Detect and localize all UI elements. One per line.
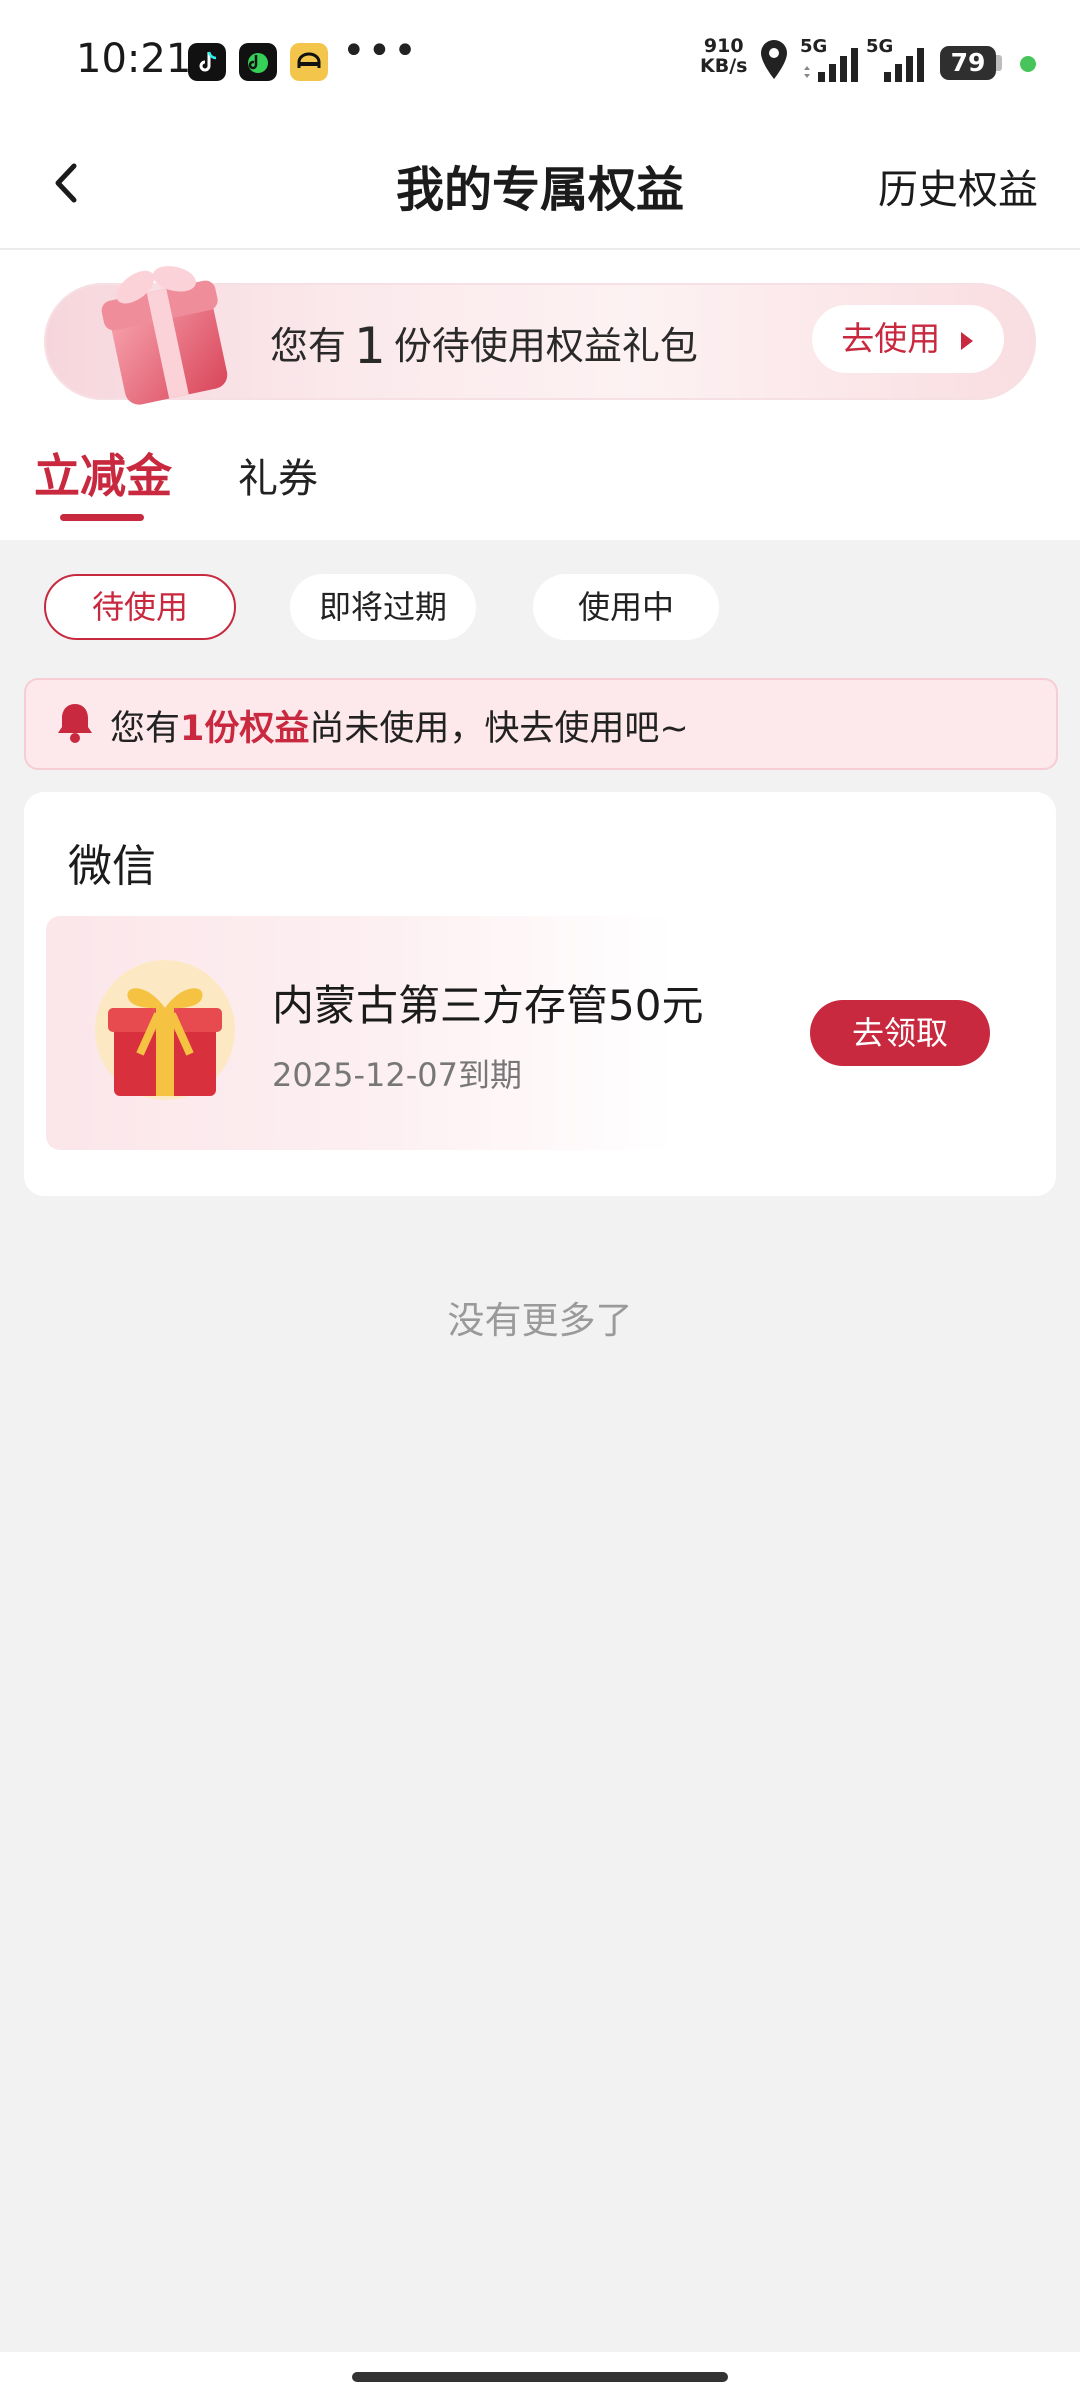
- triangle-right-icon: [960, 332, 973, 350]
- claim-button[interactable]: 去领取: [810, 1000, 990, 1066]
- no-more-text: 没有更多了: [447, 1299, 633, 1342]
- active-tab-indicator: [60, 514, 144, 521]
- network-speed: 910 KB/s: [700, 35, 748, 77]
- car-app-icon: [290, 43, 328, 81]
- filter-pending-use[interactable]: 待使用: [44, 574, 236, 640]
- tab-vouchers[interactable]: 礼券: [238, 446, 318, 504]
- filter-in-use[interactable]: 使用中: [533, 574, 719, 640]
- privacy-indicator-dot: [1020, 56, 1036, 72]
- signal-2-icon: [884, 48, 924, 82]
- notice-text: 您有1份权益尚未使用，快去使用吧~: [110, 709, 689, 749]
- card-title: 微信: [68, 841, 156, 892]
- benefit-name: 内蒙古第三方存管50元: [272, 981, 704, 1030]
- use-now-button[interactable]: 去使用: [812, 305, 1004, 373]
- music-app-icon: [239, 43, 277, 81]
- history-benefits-link[interactable]: 历史权益: [878, 157, 1038, 215]
- battery-icon: 79: [940, 46, 996, 80]
- location-icon: [761, 40, 787, 79]
- filter-expiring-soon[interactable]: 即将过期: [290, 574, 476, 640]
- signal-1-icon: [804, 48, 858, 82]
- battery-cap: [996, 55, 1002, 71]
- benefit-expiry: 2025-12-07到期: [272, 1056, 522, 1094]
- banner-text: 您有 1 份待使用权益礼包: [270, 317, 698, 375]
- gift-box-icon: [101, 266, 228, 405]
- home-indicator[interactable]: [352, 2372, 728, 2382]
- gift-icon: [95, 960, 235, 1100]
- bell-icon: [58, 704, 92, 743]
- overflow-indicator: •••: [342, 28, 419, 74]
- status-time: 10:21: [76, 36, 192, 82]
- tab-instant-discount[interactable]: 立减金: [34, 440, 172, 506]
- tiktok-icon: [188, 43, 226, 81]
